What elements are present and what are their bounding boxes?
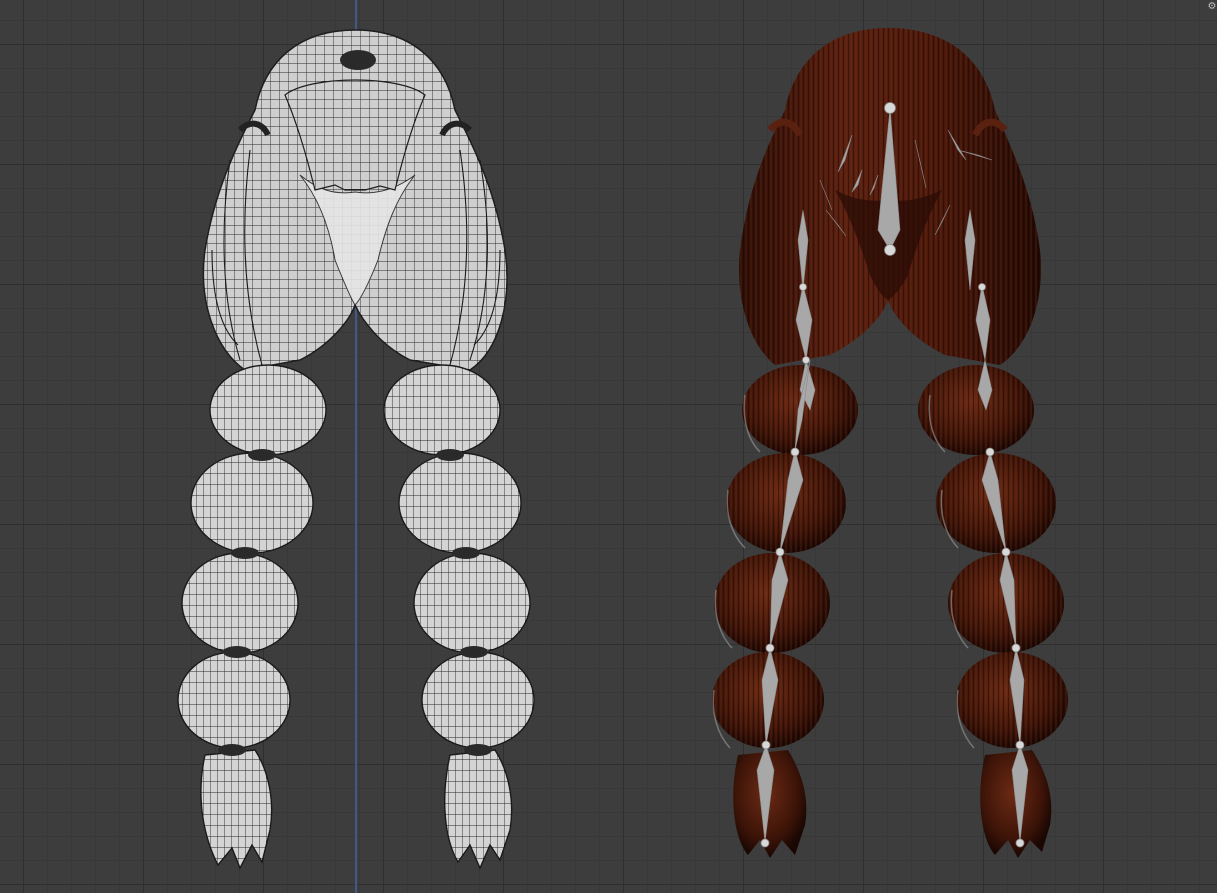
rendered-right-curls bbox=[918, 365, 1068, 858]
joint[interactable] bbox=[765, 643, 775, 653]
joint[interactable] bbox=[760, 838, 770, 848]
hair-rendered-model[interactable] bbox=[712, 28, 1068, 858]
scene-canvas[interactable] bbox=[0, 0, 1217, 893]
joint[interactable] bbox=[775, 547, 785, 557]
joint[interactable] bbox=[884, 102, 896, 114]
joint[interactable] bbox=[799, 283, 807, 291]
3d-viewport[interactable]: ⚙ bbox=[0, 0, 1217, 893]
joint[interactable] bbox=[1001, 547, 1011, 557]
wireframe-left-curls bbox=[177, 364, 327, 870]
hair-wireframe-model[interactable] bbox=[177, 29, 535, 870]
wireframe-right-curls bbox=[383, 364, 535, 870]
joint[interactable] bbox=[884, 244, 896, 256]
joint[interactable] bbox=[761, 740, 771, 750]
joint[interactable] bbox=[978, 283, 986, 291]
rendered-left-curls bbox=[712, 365, 858, 858]
gizmo-icon[interactable]: ⚙ bbox=[1207, 0, 1217, 14]
joint[interactable] bbox=[790, 447, 800, 457]
joint[interactable] bbox=[1015, 740, 1025, 750]
joint[interactable] bbox=[1015, 838, 1025, 848]
joint[interactable] bbox=[802, 356, 810, 364]
joint[interactable] bbox=[985, 447, 995, 457]
joint[interactable] bbox=[1011, 643, 1021, 653]
